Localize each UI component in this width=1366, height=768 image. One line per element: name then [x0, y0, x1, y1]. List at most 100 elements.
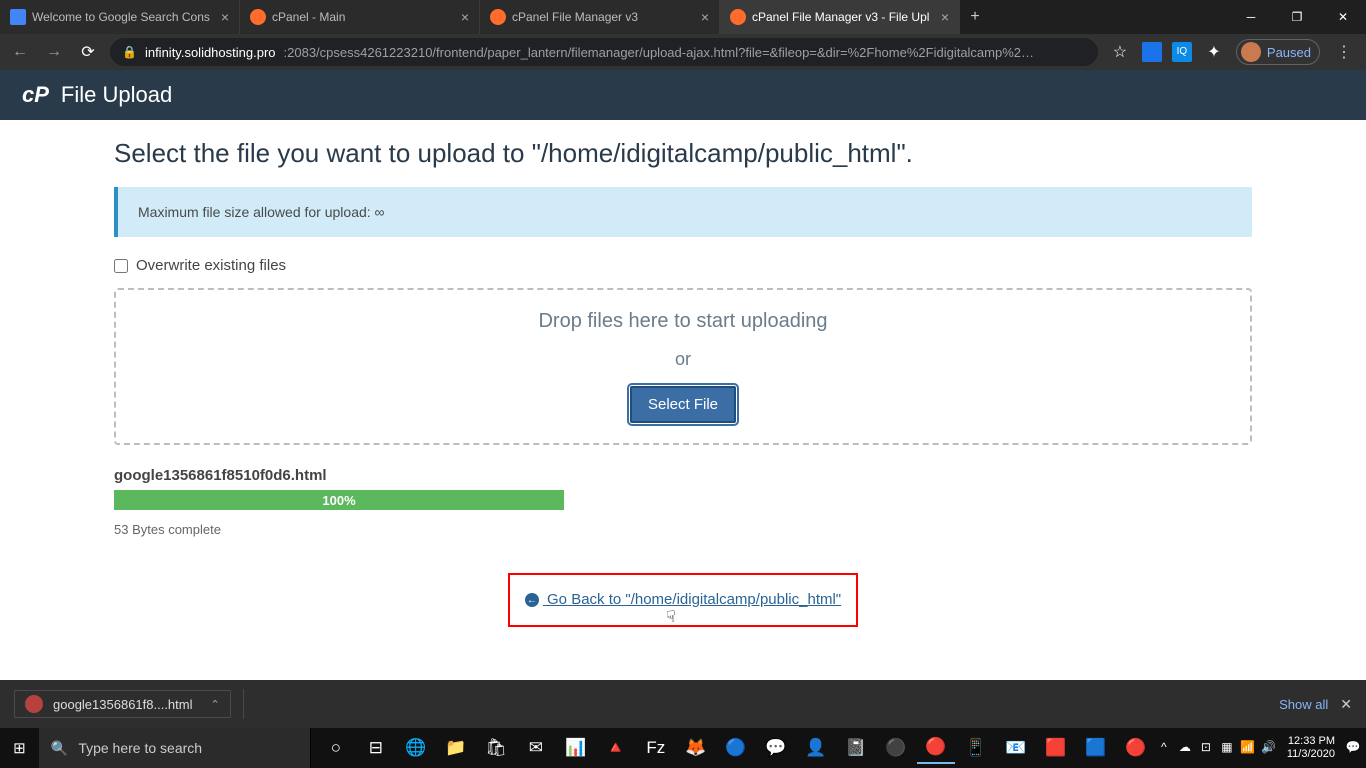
cpanel-logo-icon: cP: [22, 82, 49, 108]
close-window-button[interactable]: ✕: [1320, 0, 1366, 34]
browser-titlebar: Welcome to Google Search Cons × cPanel -…: [0, 0, 1366, 34]
dropzone-or: or: [136, 349, 1230, 370]
close-download-bar-button[interactable]: ✕: [1340, 696, 1352, 713]
download-filename: google1356861f8....html: [53, 697, 193, 712]
dropzone[interactable]: Drop files here to start uploading or Se…: [114, 288, 1252, 445]
app-icon[interactable]: 📱: [957, 732, 995, 764]
page-title: File Upload: [61, 82, 172, 108]
app-icon[interactable]: 🔵: [717, 732, 755, 764]
close-icon[interactable]: ×: [701, 9, 709, 25]
task-view-icon[interactable]: ⊟: [357, 732, 395, 764]
app-icon[interactable]: 🟥: [1037, 732, 1075, 764]
download-item[interactable]: google1356861f8....html ⌃: [14, 690, 231, 718]
favicon-icon: [10, 9, 26, 25]
clock[interactable]: 12:33 PM 11/3/2020: [1281, 735, 1341, 761]
url-path: :2083/cpsess4261223210/frontend/paper_la…: [284, 45, 1035, 60]
tab-title: cPanel - Main: [272, 10, 455, 24]
cortana-icon[interactable]: ○: [317, 732, 355, 764]
heading: Select the file you want to upload to "/…: [114, 138, 1252, 169]
download-bar: google1356861f8....html ⌃ Show all ✕: [0, 680, 1366, 728]
edge-icon[interactable]: 🌐: [397, 732, 435, 764]
app-icon[interactable]: 🟦: [1077, 732, 1115, 764]
go-back-link[interactable]: ← Go Back to "/home/idigitalcamp/public_…: [525, 591, 841, 608]
taskbar-apps: ○ ⊟ 🌐 📁 🛍 ✉ 📊 🔺 Fz 🦊 🔵 💬 👤 📓 ⚫ 🔴 📱 📧 🟥 🟦…: [317, 732, 1155, 764]
minimize-button[interactable]: ─: [1228, 0, 1274, 34]
tab-0[interactable]: Welcome to Google Search Cons ×: [0, 0, 240, 34]
app-icon[interactable]: 💬: [757, 732, 795, 764]
lock-icon: 🔒: [122, 45, 137, 59]
info-text: Maximum file size allowed for upload: ∞: [138, 204, 385, 220]
select-file-button[interactable]: Select File: [630, 386, 736, 423]
tab-1[interactable]: cPanel - Main ×: [240, 0, 480, 34]
tab-title: cPanel File Manager v3 - File Upl: [752, 10, 935, 24]
star-icon[interactable]: ☆: [1108, 42, 1132, 62]
mail-icon[interactable]: ✉: [517, 732, 555, 764]
start-button[interactable]: ⊞: [0, 739, 39, 757]
notifications-icon[interactable]: 💬: [1344, 740, 1362, 756]
tab-2[interactable]: cPanel File Manager v3 ×: [480, 0, 720, 34]
close-icon[interactable]: ×: [221, 9, 229, 25]
show-all-downloads-button[interactable]: Show all: [1279, 697, 1328, 712]
progress-bar: 100%: [114, 490, 564, 510]
overwrite-label: Overwrite existing files: [136, 257, 286, 274]
tray-chevron-icon[interactable]: ^: [1155, 740, 1173, 756]
date: 11/3/2020: [1287, 748, 1335, 761]
filezilla-icon[interactable]: Fz: [637, 732, 675, 764]
time: 12:33 PM: [1287, 735, 1335, 748]
overwrite-option[interactable]: Overwrite existing files: [114, 257, 1252, 274]
app-icon[interactable]: ⚫: [877, 732, 915, 764]
content: Select the file you want to upload to "/…: [0, 120, 1366, 645]
file-icon: [25, 695, 43, 713]
explorer-icon[interactable]: 📁: [437, 732, 475, 764]
maximize-button[interactable]: ❐: [1274, 0, 1320, 34]
extension-icon[interactable]: IQ: [1172, 42, 1192, 62]
extension-icon[interactable]: [1142, 42, 1162, 62]
reload-button[interactable]: ⟳: [76, 42, 100, 62]
extensions-icon[interactable]: ✦: [1202, 42, 1226, 62]
chevron-up-icon[interactable]: ⌃: [211, 698, 220, 711]
app-icon[interactable]: 👤: [797, 732, 835, 764]
progress-percent: 100%: [322, 493, 355, 508]
divider: [243, 689, 244, 719]
browser-menu-button[interactable]: ⋮: [1330, 42, 1358, 62]
app-icon[interactable]: 📧: [997, 732, 1035, 764]
firefox-icon[interactable]: 🦊: [677, 732, 715, 764]
excel-icon[interactable]: 📊: [557, 732, 595, 764]
paused-label: Paused: [1267, 45, 1311, 60]
profile-paused[interactable]: Paused: [1236, 39, 1320, 65]
tab-title: Welcome to Google Search Cons: [32, 10, 215, 24]
back-button[interactable]: ←: [8, 43, 32, 61]
cpanel-header: cP File Upload: [0, 70, 1366, 120]
taskbar: ⊞ 🔍 Type here to search ○ ⊟ 🌐 📁 🛍 ✉ 📊 🔺 …: [0, 728, 1366, 768]
address-bar: ← → ⟳ 🔒 infinity.solidhosting.pro :2083/c…: [0, 34, 1366, 70]
store-icon[interactable]: 🛍: [477, 732, 515, 764]
favicon-icon: [730, 9, 746, 25]
app-icon[interactable]: 🔴: [1117, 732, 1155, 764]
chrome-icon[interactable]: 🔴: [917, 732, 955, 764]
forward-button[interactable]: →: [42, 43, 66, 61]
tray-icon[interactable]: ⊡: [1197, 740, 1215, 756]
close-icon[interactable]: ×: [941, 9, 949, 25]
app-icon[interactable]: 📓: [837, 732, 875, 764]
uploaded-filename: google1356861f8510f0d6.html: [114, 467, 1252, 484]
goback-highlight: ← Go Back to "/home/idigitalcamp/public_…: [508, 573, 858, 627]
close-icon[interactable]: ×: [461, 9, 469, 25]
tray-icon[interactable]: ▦: [1218, 740, 1236, 756]
upload-status: google1356861f8510f0d6.html 100% 53 Byte…: [114, 467, 1252, 537]
goback-label: Go Back to "/home/idigitalcamp/public_ht…: [547, 591, 841, 608]
url-field[interactable]: 🔒 infinity.solidhosting.pro :2083/cpsess4…: [110, 38, 1098, 66]
favicon-icon: [250, 9, 266, 25]
avatar-icon: [1241, 42, 1261, 62]
taskbar-search[interactable]: 🔍 Type here to search: [39, 728, 311, 768]
new-tab-button[interactable]: +: [960, 0, 990, 34]
url-host: infinity.solidhosting.pro: [145, 45, 276, 60]
overwrite-checkbox[interactable]: [114, 259, 128, 273]
volume-icon[interactable]: 🔊: [1260, 740, 1278, 756]
tab-strip: Welcome to Google Search Cons × cPanel -…: [0, 0, 1228, 34]
arrow-left-circle-icon: ←: [525, 593, 539, 607]
tab-3[interactable]: cPanel File Manager v3 - File Upl ×: [720, 0, 960, 34]
search-icon: 🔍: [51, 740, 68, 757]
tray-icon[interactable]: ☁: [1176, 740, 1194, 756]
vlc-icon[interactable]: 🔺: [597, 732, 635, 764]
wifi-icon[interactable]: 📶: [1239, 740, 1257, 756]
